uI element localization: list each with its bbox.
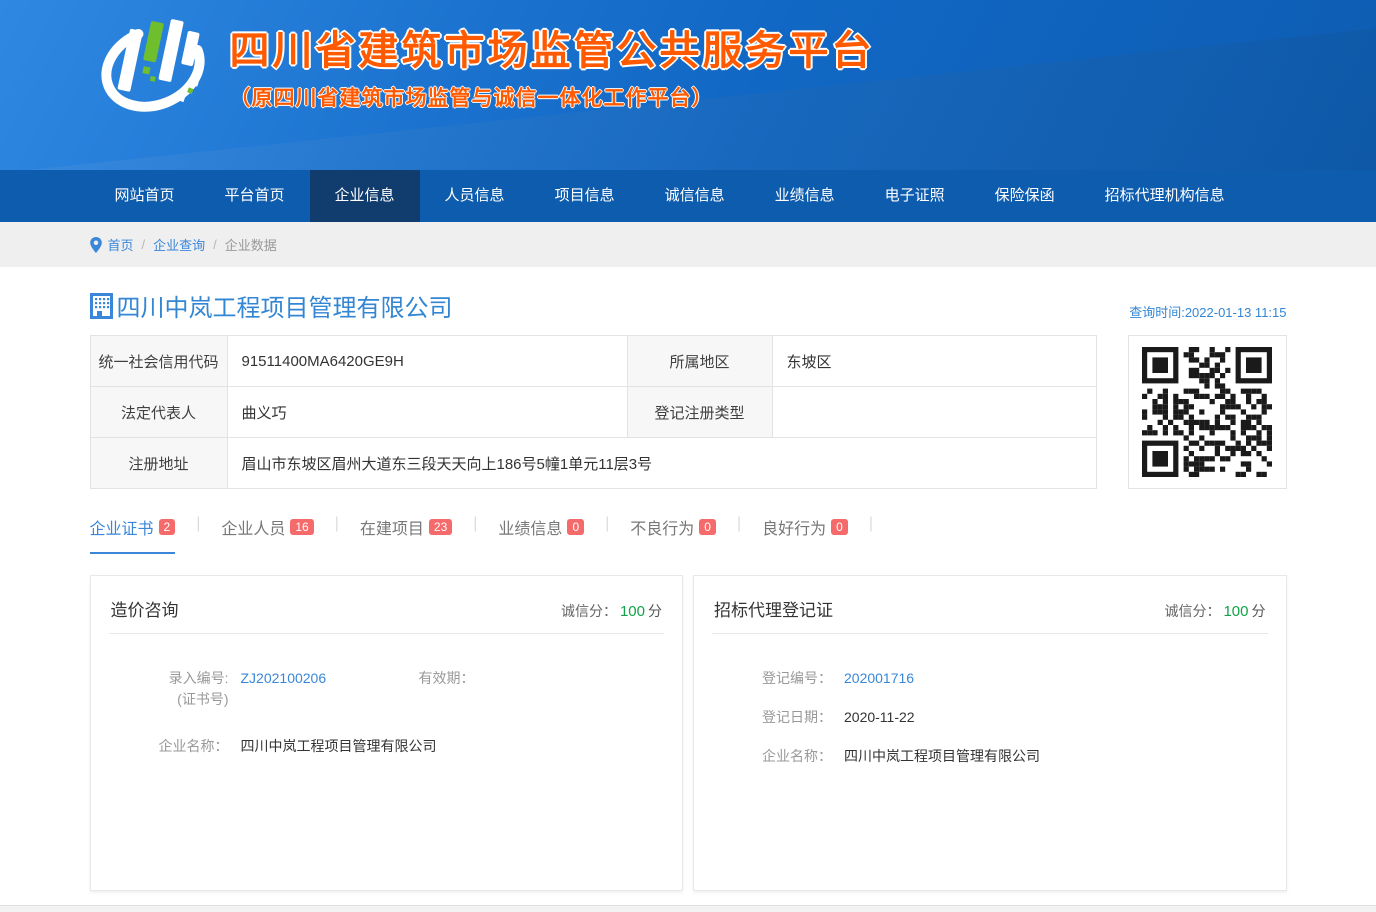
page-title: 四川中岚工程项目管理有限公司	[117, 288, 453, 323]
building-icon	[90, 293, 113, 319]
tab-separator: |	[473, 515, 477, 533]
field-label-company-name: 企业名称：	[720, 746, 832, 767]
credit-score-label: 诚信分：	[1164, 603, 1220, 619]
credit-score-unit: 分	[648, 603, 662, 619]
cert-number-link[interactable]: ZJ202100206	[241, 668, 419, 710]
tab-label: 不良行为	[630, 515, 694, 539]
table-value-legal-representative: 曲义巧	[228, 387, 628, 438]
detail-tabs: 企业证书 2 | 企业人员 16 | 在建项目 23 | 业绩信息 0 | 不良…	[90, 515, 1287, 553]
site-header: 四川省建筑市场监管公共服务平台 （原四川省建筑市场监管与诚信一体化工作平台）	[0, 0, 1376, 170]
tab-separator: |	[605, 515, 609, 533]
tab-separator: |	[737, 515, 741, 533]
tab-label: 企业证书	[90, 515, 154, 539]
table-label-region: 所属地区	[628, 336, 773, 387]
credit-score-label: 诚信分：	[561, 603, 617, 619]
platform-logo-icon	[90, 6, 216, 124]
table-value-registration-type	[773, 387, 1097, 438]
field-value-company-name: 四川中岚工程项目管理有限公司	[844, 746, 1040, 767]
table-value-registered-address: 眉山市东坡区眉州大道东三段天天向上186号5幢1单元11层3号	[228, 438, 1097, 489]
registration-number-link[interactable]: 202001716	[844, 668, 914, 689]
tab-good-behavior[interactable]: 良好行为 0	[762, 515, 848, 552]
tab-label: 在建项目	[360, 515, 424, 539]
breadcrumb-separator: /	[142, 237, 146, 252]
table-label-registered-address: 注册地址	[91, 438, 228, 489]
tab-count-badge: 0	[699, 519, 716, 535]
nav-item-home[interactable]: 网站首页	[90, 170, 200, 222]
tab-separator: |	[335, 515, 339, 533]
nav-item-bidding-agency-info[interactable]: 招标代理机构信息	[1080, 170, 1250, 222]
tab-separator: |	[869, 515, 873, 533]
qr-code	[1128, 335, 1287, 489]
credit-score: 诚信分：100分	[1164, 601, 1265, 621]
table-value-region: 东坡区	[773, 336, 1097, 387]
card-title: 造价咨询	[111, 596, 179, 621]
site-title: 四川省建筑市场监管公共服务平台	[230, 18, 875, 76]
nav-item-personnel-info[interactable]: 人员信息	[420, 170, 530, 222]
tab-count-badge: 0	[831, 519, 848, 535]
tab-label: 业绩信息	[498, 515, 562, 539]
credit-score: 诚信分：100分	[561, 601, 662, 621]
site-subtitle: （原四川省建筑市场监管与诚信一体化工作平台）	[230, 82, 875, 112]
enterprise-info-table: 统一社会信用代码 91511400MA6420GE9H 所属地区 东坡区 法定代…	[90, 335, 1097, 489]
card-title: 招标代理登记证	[714, 596, 833, 621]
nav-item-platform-home[interactable]: 平台首页	[200, 170, 310, 222]
table-label-registration-type: 登记注册类型	[628, 387, 773, 438]
field-label-registration-no: 登记编号：	[720, 668, 832, 689]
breadcrumb-separator: /	[213, 237, 217, 252]
table-value-credit-code: 91511400MA6420GE9H	[228, 336, 628, 387]
footer-band	[0, 905, 1376, 912]
tab-label: 企业人员	[221, 515, 285, 539]
field-label-registration-date: 登记日期：	[720, 707, 832, 728]
location-pin-icon	[90, 237, 102, 253]
table-label-credit-code: 统一社会信用代码	[91, 336, 228, 387]
field-label-company-name: 企业名称：	[117, 736, 229, 757]
nav-item-enterprise-info[interactable]: 企业信息	[310, 170, 420, 222]
tab-count-badge: 16	[290, 519, 313, 535]
field-label-validity: 有效期：	[419, 668, 475, 710]
tab-count-badge: 0	[567, 519, 584, 535]
tab-performance-info[interactable]: 业绩信息 0	[498, 515, 584, 552]
breadcrumb: 首页 / 企业查询 / 企业数据	[0, 222, 1376, 267]
certificate-card-bidding-agency: 招标代理登记证 诚信分：100分 登记编号： 202001716 登记日期： 2…	[693, 575, 1287, 891]
nav-item-insurance-guarantee[interactable]: 保险保函	[970, 170, 1080, 222]
table-label-legal-representative: 法定代表人	[91, 387, 228, 438]
tab-count-badge: 23	[429, 519, 452, 535]
tab-count-badge: 2	[159, 519, 176, 535]
tab-enterprise-personnel[interactable]: 企业人员 16	[221, 515, 313, 552]
breadcrumb-enterprise-search[interactable]: 企业查询	[153, 235, 205, 254]
tab-bad-behavior[interactable]: 不良行为 0	[630, 515, 716, 552]
field-value-registration-date: 2020-11-22	[844, 707, 915, 728]
field-value-company-name: 四川中岚工程项目管理有限公司	[241, 736, 437, 757]
nav-item-performance-info[interactable]: 业绩信息	[750, 170, 860, 222]
breadcrumb-current: 企业数据	[225, 235, 277, 254]
breadcrumb-home[interactable]: 首页	[108, 235, 134, 254]
nav-item-e-certificate[interactable]: 电子证照	[860, 170, 970, 222]
main-nav: 网站首页 平台首页 企业信息 人员信息 项目信息 诚信信息 业绩信息 电子证照 …	[0, 170, 1376, 222]
query-time: 查询时间:2022-01-13 11:15	[1129, 302, 1286, 323]
credit-score-value: 100	[1223, 603, 1248, 620]
tab-enterprise-certificates[interactable]: 企业证书 2	[90, 515, 176, 554]
tab-separator: |	[196, 515, 200, 533]
tab-label: 良好行为	[762, 515, 826, 539]
credit-score-unit: 分	[1252, 603, 1266, 619]
tab-projects-under-construction[interactable]: 在建项目 23	[360, 515, 452, 552]
credit-score-value: 100	[620, 603, 645, 620]
certificate-card-cost-consulting: 造价咨询 诚信分：100分 录入编号: (证书号) ZJ202100206 有效…	[90, 575, 684, 891]
nav-item-project-info[interactable]: 项目信息	[530, 170, 640, 222]
nav-item-credit-info[interactable]: 诚信信息	[640, 170, 750, 222]
field-label-cert-no: 录入编号: (证书号)	[117, 668, 229, 710]
